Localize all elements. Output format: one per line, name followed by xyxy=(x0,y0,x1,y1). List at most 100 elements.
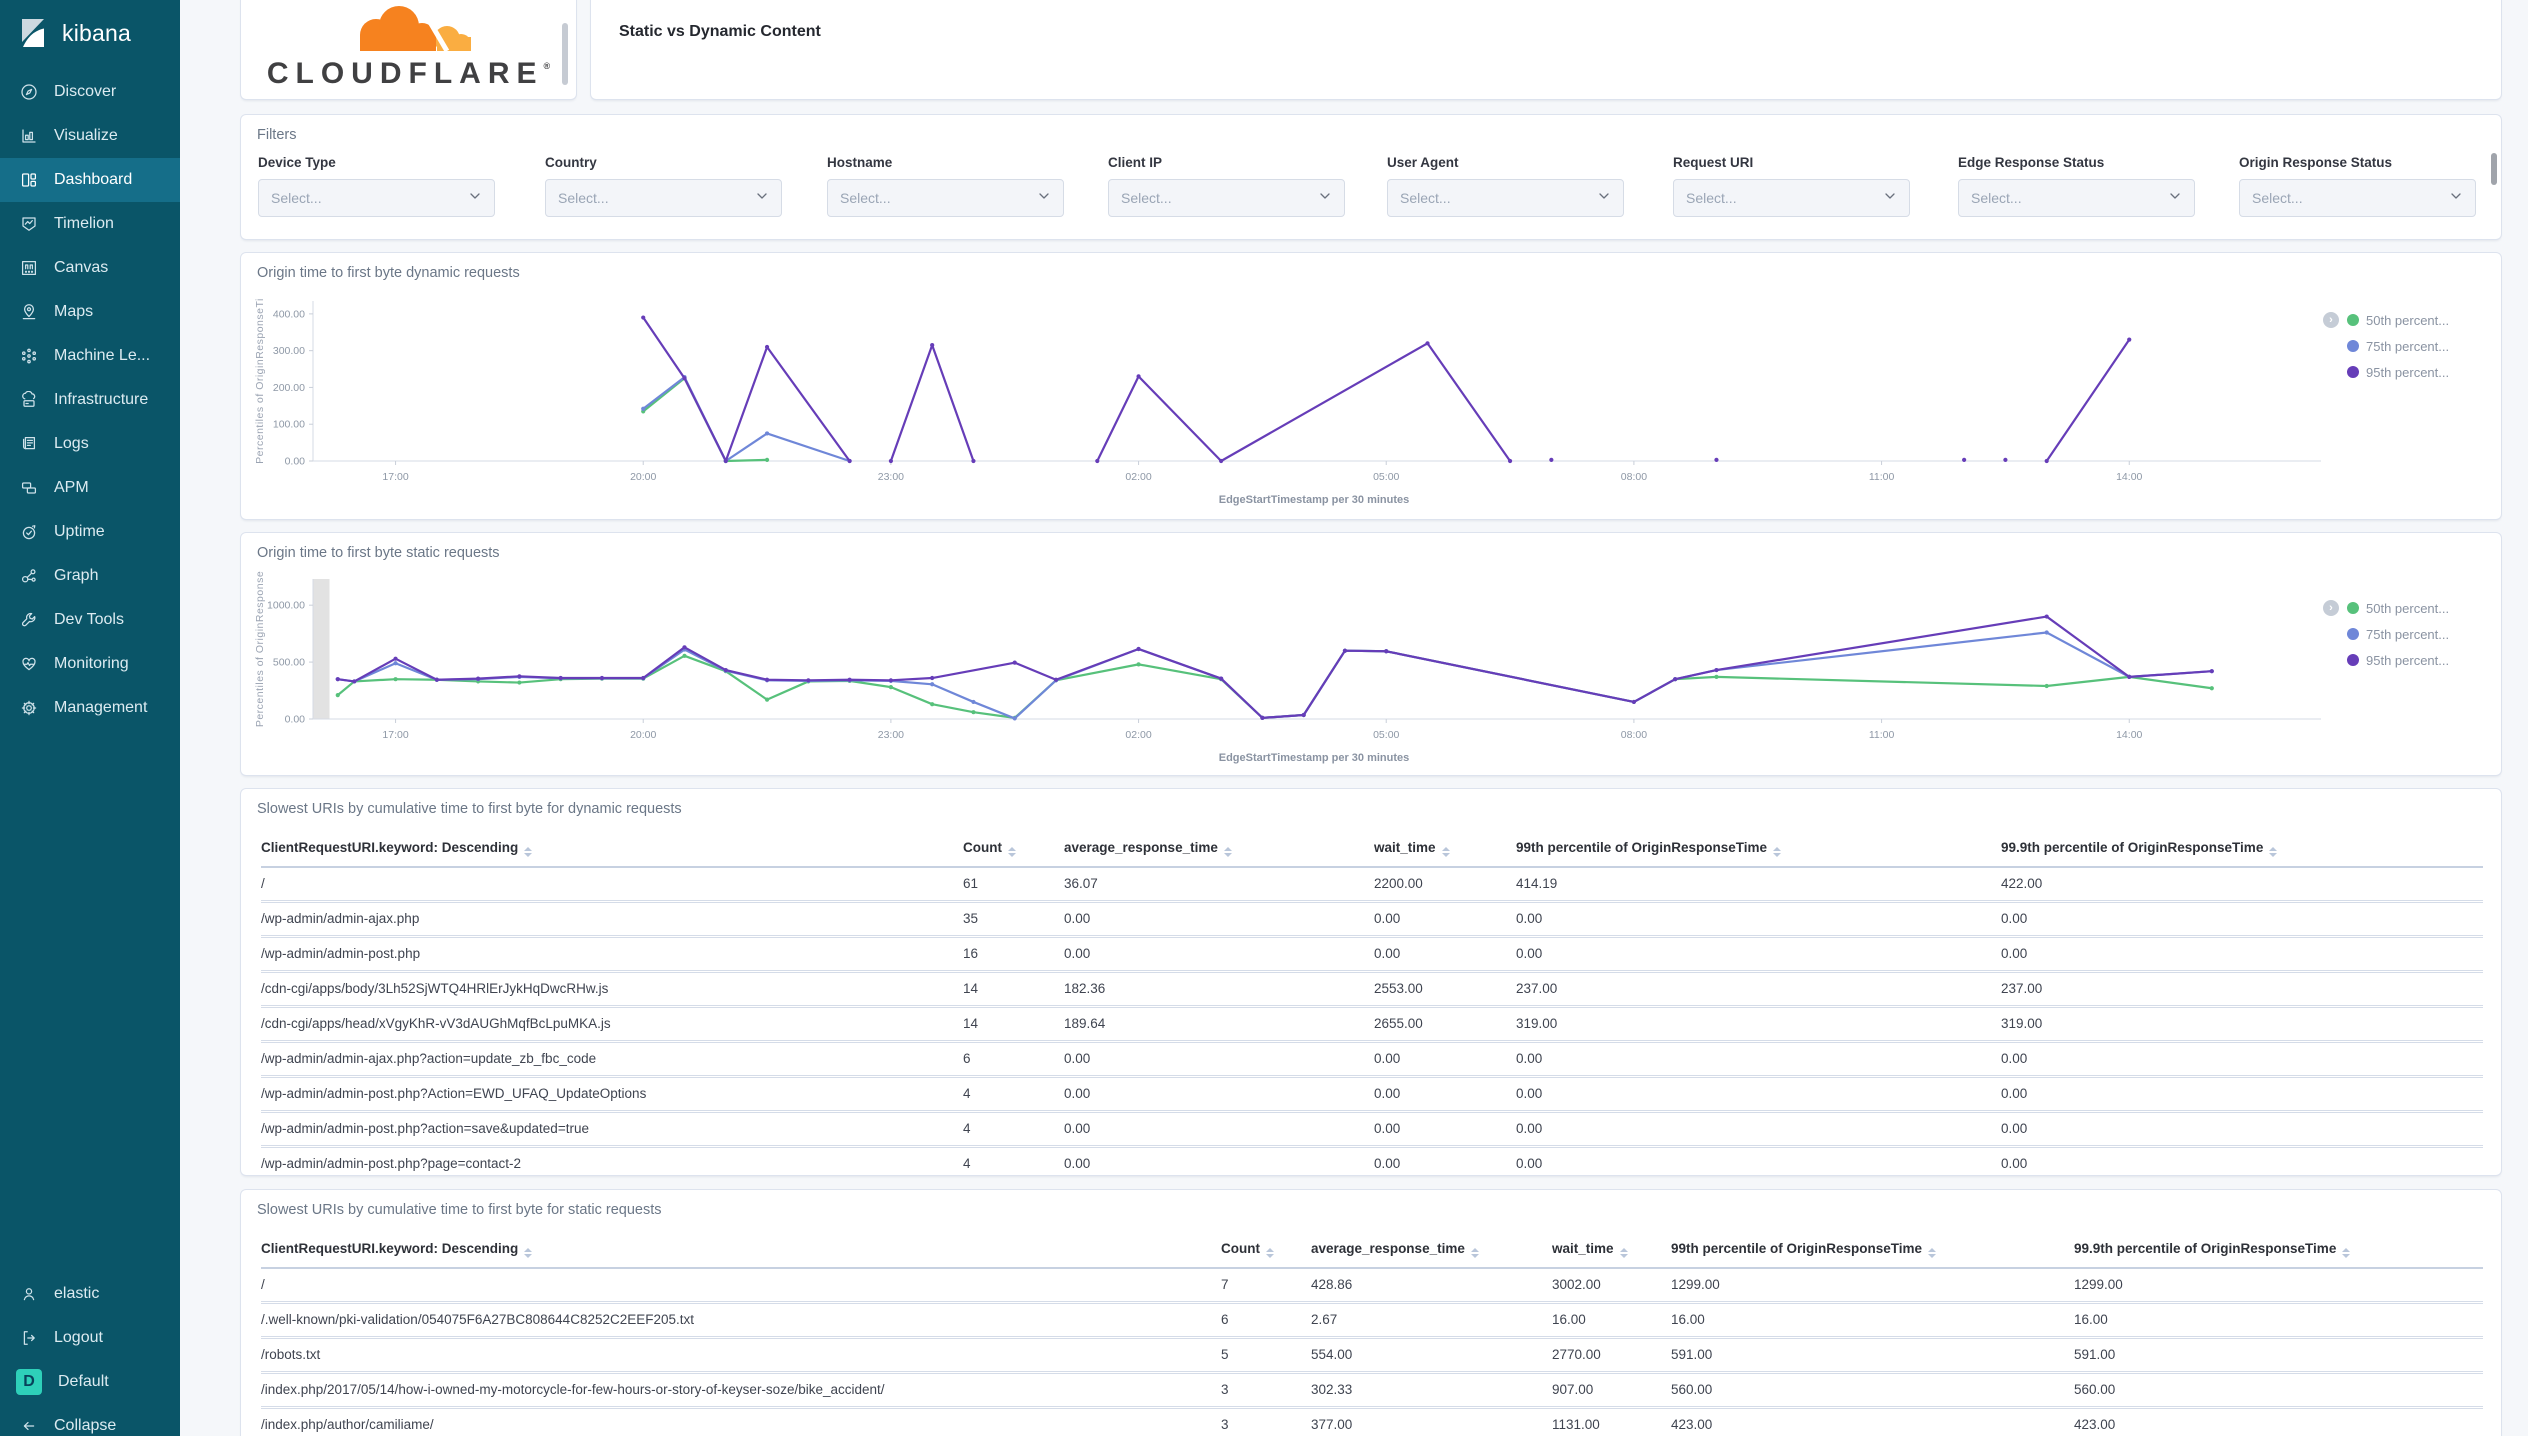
data-point[interactable] xyxy=(335,677,340,682)
legend-item-75th-percent[interactable]: 75th percent... xyxy=(2323,333,2473,359)
data-point[interactable] xyxy=(1425,341,1430,346)
data-point[interactable] xyxy=(723,667,728,673)
legend-toggle-icon[interactable]: › xyxy=(2323,312,2339,328)
sort-icon[interactable] xyxy=(1223,847,1232,857)
data-point[interactable] xyxy=(641,406,646,411)
data-point[interactable] xyxy=(2209,669,2214,674)
data-point[interactable] xyxy=(682,376,687,381)
column-header-clientrequesturi-keyword-descending[interactable]: ClientRequestURI.keyword: Descending xyxy=(261,1232,1221,1269)
data-point[interactable] xyxy=(476,676,481,681)
data-point[interactable] xyxy=(847,677,852,682)
sidebar-item-logs[interactable]: Logs xyxy=(0,422,180,466)
kibana-brand[interactable]: kibana xyxy=(0,0,180,64)
legend-item-95th-percent[interactable]: 95th percent... xyxy=(2323,647,2473,673)
data-point[interactable] xyxy=(2127,674,2132,679)
filter-select-request-uri[interactable]: Select... xyxy=(1673,179,1910,217)
data-point[interactable] xyxy=(517,680,522,685)
data-point[interactable] xyxy=(764,677,770,682)
sidebar-item-maps[interactable]: Maps xyxy=(0,290,180,334)
data-point[interactable] xyxy=(2044,630,2049,635)
data-point[interactable] xyxy=(971,458,976,464)
sort-icon[interactable] xyxy=(1441,847,1450,857)
sidebar-item-monitoring[interactable]: Monitoring xyxy=(0,642,180,686)
data-point[interactable] xyxy=(888,685,893,690)
sidebar-item-machine-le[interactable]: Machine Le... xyxy=(0,334,180,378)
data-point[interactable] xyxy=(352,679,357,684)
data-point[interactable] xyxy=(1962,457,1967,462)
panel-scrollbar[interactable] xyxy=(562,23,568,85)
legend-toggle-icon[interactable]: › xyxy=(2323,600,2339,616)
series-line-50th-percentile[interactable] xyxy=(336,649,2213,719)
sort-icon[interactable] xyxy=(1928,1248,1937,1258)
data-point[interactable] xyxy=(1012,660,1017,665)
data-point[interactable] xyxy=(393,656,398,661)
column-header-wait-time[interactable]: wait_time xyxy=(1374,831,1516,868)
data-point[interactable] xyxy=(888,458,893,464)
sort-icon[interactable] xyxy=(2269,847,2278,857)
sidebar-item-discover[interactable]: Discover xyxy=(0,70,180,114)
data-point[interactable] xyxy=(641,315,646,320)
data-point[interactable] xyxy=(1714,457,1719,462)
filter-select-origin-response-status[interactable]: Select... xyxy=(2239,179,2476,217)
series-line-95th-percentile[interactable] xyxy=(2045,338,2131,463)
data-point[interactable] xyxy=(1549,457,1554,462)
legend-item-95th-percent[interactable]: 95th percent... xyxy=(2323,359,2473,385)
series-line-95th-percentile[interactable] xyxy=(642,316,851,463)
column-header-clientrequesturi-keyword-descending[interactable]: ClientRequestURI.keyword: Descending xyxy=(261,831,963,868)
data-point[interactable] xyxy=(888,678,893,683)
data-point[interactable] xyxy=(1714,667,1719,673)
data-point[interactable] xyxy=(1012,716,1017,721)
data-point[interactable] xyxy=(2044,458,2049,464)
sidebar-item-visualize[interactable]: Visualize xyxy=(0,114,180,158)
legend-item-75th-percent[interactable]: 75th percent... xyxy=(2323,621,2473,647)
sidebar-footer-item-collapse[interactable]: Collapse xyxy=(0,1404,180,1436)
data-point[interactable] xyxy=(930,682,935,687)
data-point[interactable] xyxy=(1714,674,1719,679)
data-point[interactable] xyxy=(971,699,976,705)
sidebar-item-uptime[interactable]: Uptime xyxy=(0,510,180,554)
data-point[interactable] xyxy=(1219,458,1224,464)
data-point[interactable] xyxy=(599,675,605,681)
data-point[interactable] xyxy=(682,653,687,658)
filter-select-client-ip[interactable]: Select... xyxy=(1108,179,1345,217)
data-point[interactable] xyxy=(1136,646,1141,652)
sidebar-item-dashboard[interactable]: Dashboard xyxy=(0,158,180,202)
data-point[interactable] xyxy=(2209,686,2214,691)
data-point[interactable] xyxy=(517,674,522,679)
data-point[interactable] xyxy=(847,458,852,464)
data-point[interactable] xyxy=(1342,648,1348,653)
sidebar-item-timelion[interactable]: Timelion xyxy=(0,202,180,246)
series-line-95th-percentile[interactable] xyxy=(336,615,2213,719)
data-point[interactable] xyxy=(764,457,770,462)
data-point[interactable] xyxy=(930,675,935,681)
data-point[interactable] xyxy=(1219,676,1224,681)
filter-select-user-agent[interactable]: Select... xyxy=(1387,179,1624,217)
data-point[interactable] xyxy=(723,458,728,464)
data-point[interactable] xyxy=(1507,458,1513,464)
sidebar-item-graph[interactable]: Graph xyxy=(0,554,180,598)
data-point[interactable] xyxy=(971,710,976,715)
sort-icon[interactable] xyxy=(1619,1248,1628,1258)
column-header-average-response-time[interactable]: average_response_time xyxy=(1311,1232,1552,1269)
data-point[interactable] xyxy=(806,678,811,683)
data-point[interactable] xyxy=(2003,457,2008,462)
column-header-count[interactable]: Count xyxy=(1221,1232,1311,1269)
data-point[interactable] xyxy=(393,677,398,682)
column-header-99-9th-percentile-of-originresponsetime[interactable]: 99.9th percentile of OriginResponseTime xyxy=(2074,1232,2483,1269)
sort-icon[interactable] xyxy=(1470,1248,1479,1258)
data-point[interactable] xyxy=(930,343,935,348)
filter-select-device-type[interactable]: Select... xyxy=(258,179,495,217)
sort-icon[interactable] xyxy=(524,1248,533,1258)
data-point[interactable] xyxy=(1631,699,1637,705)
series-line-95th-percentile[interactable] xyxy=(889,344,975,463)
data-point[interactable] xyxy=(682,645,687,650)
data-point[interactable] xyxy=(1260,715,1265,720)
sort-icon[interactable] xyxy=(1773,847,1782,857)
data-point[interactable] xyxy=(393,661,398,666)
column-header-average-response-time[interactable]: average_response_time xyxy=(1064,831,1374,868)
data-point[interactable] xyxy=(1095,458,1100,464)
data-point[interactable] xyxy=(1673,677,1678,682)
sidebar-footer-item-logout[interactable]: Logout xyxy=(0,1316,180,1360)
data-point[interactable] xyxy=(2044,683,2049,689)
sort-icon[interactable] xyxy=(1265,1248,1274,1258)
